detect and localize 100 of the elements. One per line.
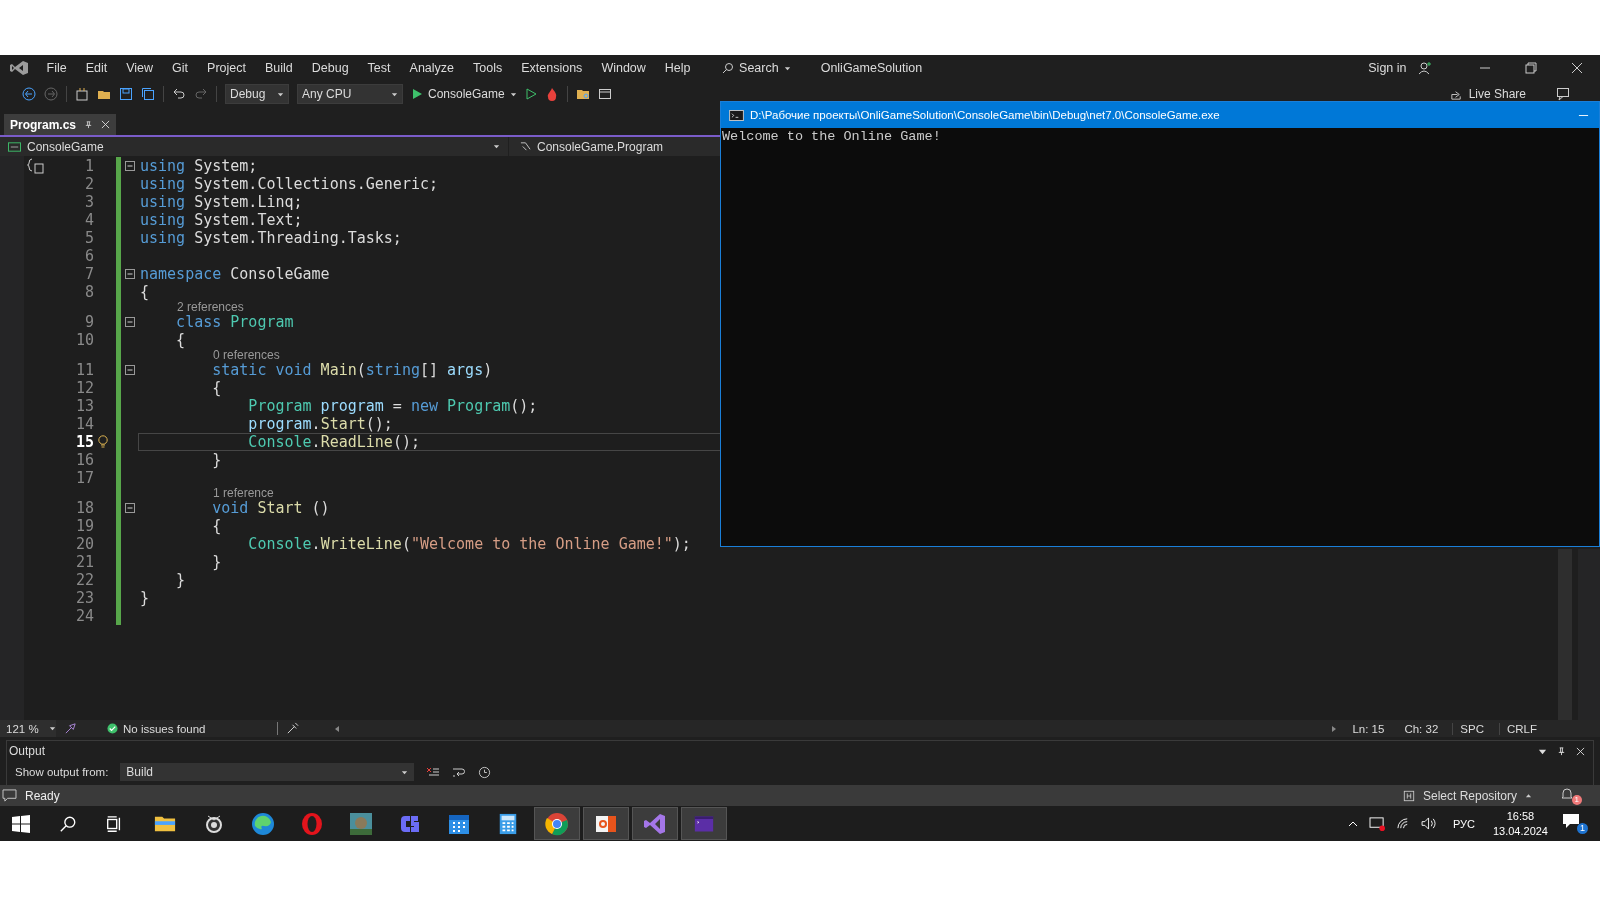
person-add-icon[interactable] (1418, 61, 1432, 75)
collapse-icon[interactable] (124, 503, 135, 513)
menu-item[interactable]: Debug (302, 61, 359, 75)
code-line: using System.Threading.Tasks; (140, 230, 402, 246)
input-language-indicator[interactable]: РУС (1452, 817, 1475, 830)
select-repository-button[interactable]: Select Repository (1402, 788, 1532, 803)
chat-bubble-icon (2, 789, 17, 802)
close-icon[interactable] (101, 120, 111, 129)
code-cleanup-icon[interactable] (277, 722, 300, 735)
code-line: Program program = new Program(); (247, 398, 538, 414)
menu-item[interactable]: Edit (76, 61, 117, 75)
folder-search-icon[interactable] (575, 87, 590, 101)
windows-start-icon[interactable] (11, 813, 31, 834)
zoom-dropdown[interactable]: 121 % (0, 720, 56, 737)
menu-item[interactable]: Extensions (511, 61, 592, 75)
save-icon[interactable] (119, 87, 133, 101)
line-number: 3 (83, 193, 94, 211)
clock[interactable]: 16:58 13.04.2024 (1492, 808, 1548, 839)
task-view-icon[interactable] (105, 814, 123, 833)
project-icon[interactable] (75, 87, 89, 101)
menu-item[interactable]: Test (358, 61, 401, 75)
code-line: { (175, 332, 186, 348)
menu-item[interactable]: Tools (463, 61, 512, 75)
clear-all-icon[interactable] (426, 766, 441, 778)
message-icon (1562, 813, 1580, 829)
caret-down-icon (783, 64, 791, 72)
taskbar-app-button[interactable] (583, 807, 629, 840)
code-line: class Program (175, 314, 294, 330)
code-line: program.Start(); (247, 416, 393, 432)
code-line: namespace ConsoleGame (140, 266, 330, 282)
restore-icon[interactable] (1525, 62, 1537, 74)
line-position: Ln: 15 (1351, 722, 1386, 735)
save-all-icon[interactable] (141, 87, 155, 101)
line-number: 4 (83, 211, 94, 229)
taskbar-app-button[interactable] (534, 807, 580, 840)
codelens-reference-count[interactable]: 2 references (177, 301, 244, 313)
menu-item[interactable]: Window (591, 61, 656, 75)
menu-item[interactable]: Analyze (400, 61, 464, 75)
char-position: Ch: 32 (1403, 722, 1440, 735)
type-dropdown[interactable]: ConsoleGame.Program (509, 139, 664, 154)
undo-icon[interactable] (172, 87, 186, 101)
codelens-reference-count[interactable]: 1 reference (213, 487, 274, 499)
console-output-line: Welcome to the Online Game! (722, 129, 942, 144)
issues-indicator[interactable]: No issues found (107, 722, 206, 735)
editor-tab[interactable]: Program.cs (4, 114, 117, 135)
menu-item[interactable]: View (116, 61, 163, 75)
redo-icon[interactable] (194, 87, 208, 101)
codelens-reference-count[interactable]: 0 references (213, 349, 280, 361)
brush-icon[interactable] (64, 722, 77, 735)
lightbulb-icon[interactable] (97, 435, 109, 449)
caret-down-icon (493, 143, 500, 150)
collapse-icon[interactable] (124, 161, 135, 171)
line-ending-indicator[interactable]: CRLF (1498, 722, 1544, 735)
pin-icon[interactable] (1557, 746, 1566, 756)
code-line: using System.Collections.Generic; (140, 176, 439, 192)
menu-item[interactable]: Git (162, 61, 198, 75)
monitor-alert-icon[interactable] (1368, 816, 1386, 831)
check-circle-icon (107, 723, 118, 734)
feedback-icon[interactable] (1556, 87, 1570, 101)
start-button[interactable]: ConsoleGame (411, 87, 517, 101)
solution-name: OnliGameSolution (820, 61, 923, 75)
caret-down-icon (509, 90, 517, 98)
collapse-icon[interactable] (124, 269, 135, 279)
live-share-button[interactable]: Live Share (1449, 87, 1526, 101)
close-icon[interactable] (1576, 746, 1585, 756)
output-source-dropdown[interactable]: Build (120, 763, 415, 781)
volume-icon[interactable] (1420, 817, 1438, 830)
play-outline-icon[interactable] (524, 88, 537, 100)
collapse-icon[interactable] (124, 317, 135, 327)
layout-icon[interactable] (597, 87, 612, 101)
whitespace-indicator[interactable]: SPC (1452, 722, 1491, 735)
word-wrap-icon[interactable] (452, 766, 467, 778)
search-icon[interactable] (59, 814, 77, 833)
line-number: 14 (74, 415, 94, 433)
notification-count: 1 (1571, 794, 1582, 805)
code-line: void Start () (211, 500, 330, 516)
configuration-dropdown[interactable]: Debug (225, 84, 289, 104)
code-line: { (140, 284, 150, 300)
collapse-icon[interactable] (124, 365, 135, 375)
clock-icon[interactable] (478, 765, 492, 779)
close-icon[interactable] (1571, 62, 1583, 74)
code-line: using System.Text; (140, 212, 303, 228)
menu-item[interactable]: File (37, 61, 77, 75)
bell-icon (1560, 786, 1574, 801)
line-number: 1 (83, 157, 94, 175)
menu-item[interactable]: Project (197, 61, 256, 75)
action-center-button[interactable]: 1 (1562, 813, 1588, 834)
back-icon[interactable] (22, 87, 36, 101)
scroll-left-icon[interactable] (333, 724, 342, 733)
sign-in-link[interactable]: Sign in (1358, 61, 1416, 75)
search-button[interactable]: Search (722, 61, 791, 75)
menu-item[interactable]: Build (255, 61, 303, 75)
window-title: D:\Рабочие проекты\OnliGameSolution\ConsoleGame\bin\Debug\net7.0\ConsoleGame.exe (750, 109, 1220, 121)
menu-item[interactable]: Help (655, 61, 701, 75)
pin-icon[interactable] (84, 120, 94, 129)
line-number: 10 (74, 331, 94, 349)
line-number: 6 (83, 247, 94, 265)
code-line: { (211, 380, 222, 396)
platform-dropdown[interactable]: Any CPU (297, 84, 403, 104)
caret-down-icon (277, 90, 284, 98)
